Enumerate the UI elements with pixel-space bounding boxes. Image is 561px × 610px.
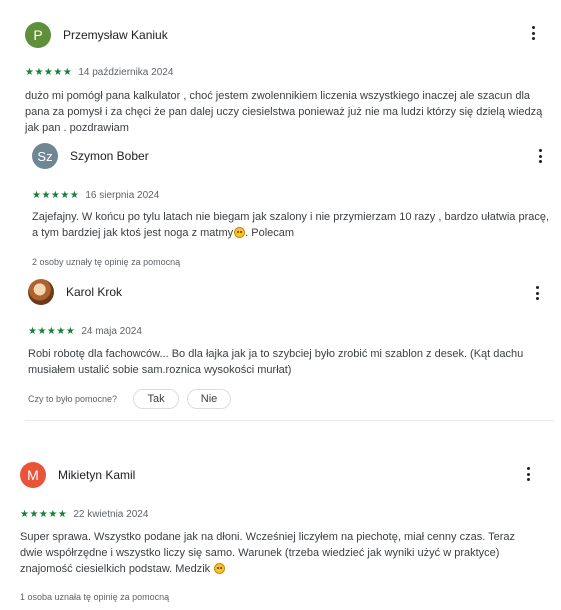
review-text: dużo mi pomógł pana kalkulator , choć je… [25, 90, 543, 134]
review-date: 14 października 2024 [78, 67, 174, 78]
review-meta: ★★★★★ 16 sierpnia 2024 [32, 190, 159, 201]
helpful-count: 1 osoba uznała tę opinię za pomocną [20, 592, 170, 602]
smiling-face-emoji-icon [214, 563, 226, 574]
review-date: 24 maja 2024 [81, 326, 142, 337]
review-text: Robi robotę dla fachowców... Bo dla łajk… [28, 348, 524, 376]
review-text-end: . Polecam [245, 227, 295, 239]
avatar[interactable] [28, 279, 54, 305]
no-button[interactable]: Nie [187, 389, 232, 409]
avatar[interactable]: P [25, 22, 51, 48]
review-date: 22 kwietnia 2024 [73, 509, 149, 520]
review-text: Super sprawa. Wszystko podane jak na dło… [20, 529, 540, 577]
reviewer-name[interactable]: Przemysław Kaniuk [63, 28, 168, 42]
review-date: 16 sierpnia 2024 [85, 190, 160, 201]
reviewer-name[interactable]: Karol Krok [66, 285, 122, 299]
reviewer-name[interactable]: Szymon Bober [70, 149, 149, 163]
helpful-count: 2 osoby uznały tę opinię za pomocną [32, 257, 181, 267]
review-header: Karol Krok [28, 279, 122, 305]
confused-face-emoji-icon [234, 227, 246, 238]
avatar[interactable]: Sz [32, 143, 58, 169]
review-header: P Przemysław Kaniuk [25, 22, 168, 48]
star-rating: ★★★★★ [25, 67, 73, 78]
more-options-icon[interactable] [521, 465, 535, 483]
more-options-icon[interactable] [526, 24, 540, 42]
helpful-question: Czy to było pomocne? [28, 394, 118, 404]
star-rating: ★★★★★ [32, 190, 80, 201]
avatar[interactable]: M [20, 462, 46, 488]
review-header: M Mikietyn Kamil [20, 462, 135, 488]
reviewer-name[interactable]: Mikietyn Kamil [58, 468, 135, 482]
helpful-prompt: Czy to było pomocne? Tak Nie [28, 389, 239, 409]
review-meta: ★★★★★ 22 kwietnia 2024 [20, 509, 148, 520]
review-header: Sz Szymon Bober [32, 143, 149, 169]
review-text: Zajefajny. W końcu po tylu latach nie bi… [32, 209, 552, 241]
more-options-icon[interactable] [533, 147, 547, 165]
star-rating: ★★★★★ [28, 326, 76, 337]
review-text-main: Super sprawa. Wszystko podane jak na dło… [20, 531, 516, 575]
yes-button[interactable]: Tak [133, 389, 180, 409]
review-meta: ★★★★★ 24 maja 2024 [28, 326, 142, 337]
divider [25, 420, 555, 421]
more-options-icon[interactable] [530, 284, 544, 302]
review-meta: ★★★★★ 14 października 2024 [25, 67, 173, 78]
star-rating: ★★★★★ [20, 509, 68, 520]
